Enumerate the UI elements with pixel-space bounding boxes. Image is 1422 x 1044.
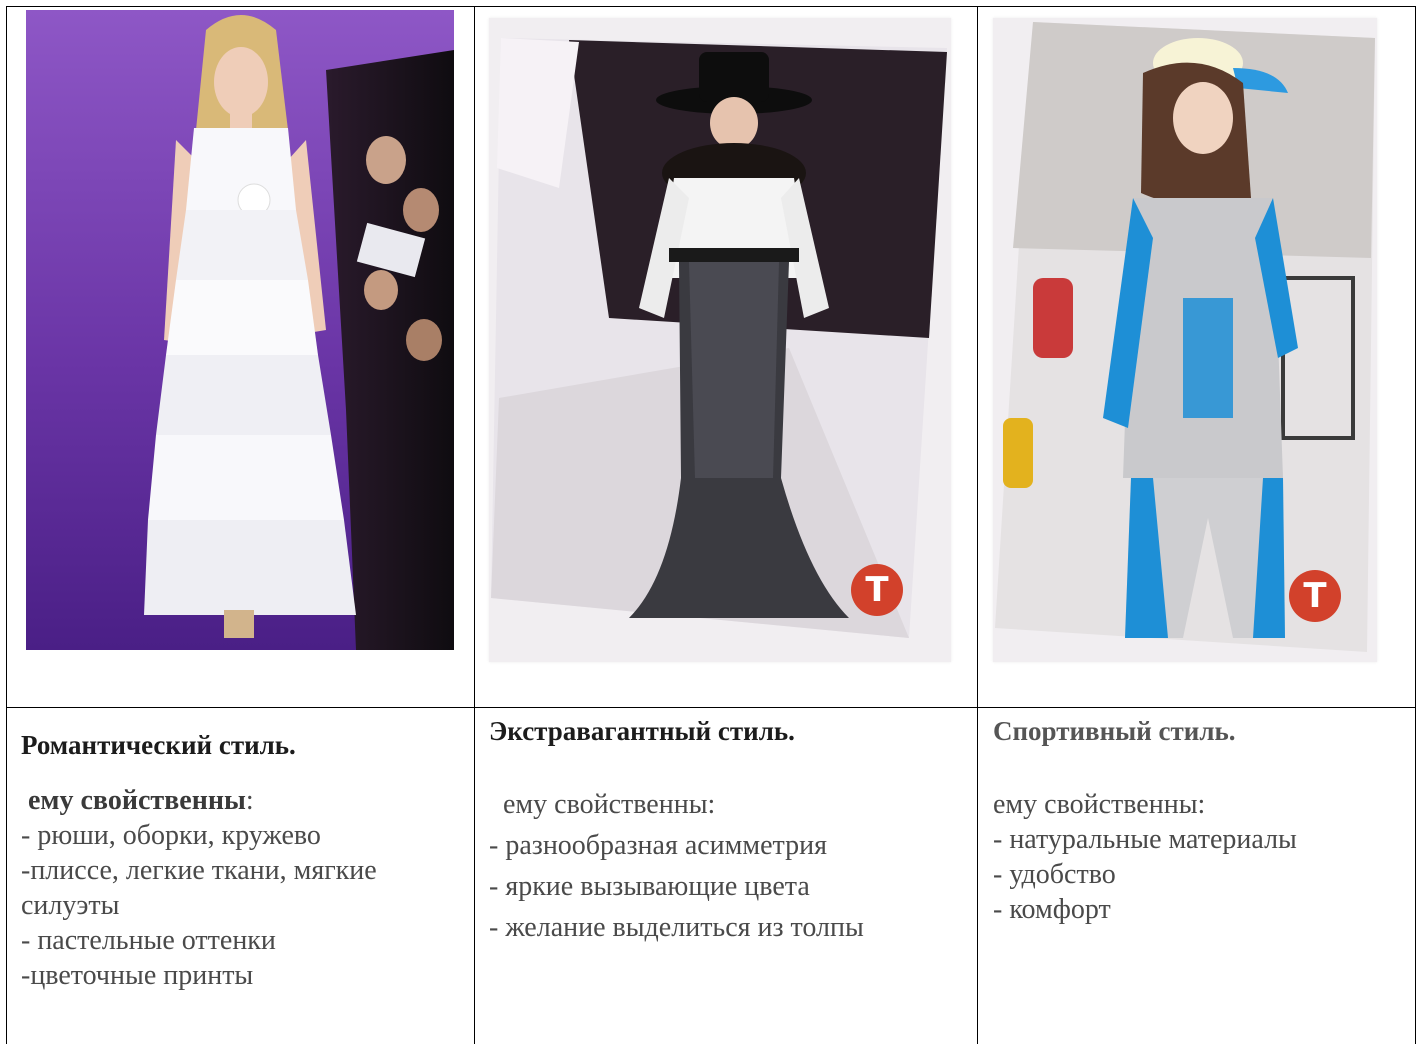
list-item: - яркие вызывающие цвета — [489, 871, 810, 902]
table-row-divider — [6, 707, 1416, 708]
list-item: - желание выделиться из толпы — [489, 912, 864, 943]
romantic-style-photo — [26, 10, 454, 650]
list-item: силуэты — [21, 890, 120, 921]
list-item: - натуральные материалы — [993, 824, 1297, 855]
extravagant-style-title: Экстравагантный стиль. — [489, 716, 795, 746]
list-item: -цветочные принты — [21, 960, 254, 991]
sporty-style-title: Спортивный стиль. — [993, 716, 1236, 746]
list-item: -плиссе, легкие ткани, мягкие — [21, 855, 377, 886]
sporty-style-photo: T — [993, 18, 1377, 662]
romantic-style-description: Романтический стиль. ему свойственны: - … — [21, 728, 466, 993]
extravagant-style-description: Экстравагантный стиль. ему свойственны: … — [489, 714, 969, 945]
table-right-border — [1415, 6, 1416, 1044]
romantic-dress-illustration — [26, 10, 454, 650]
sporty-outfit-illustration — [995, 22, 1375, 652]
list-item: - рюши, оборки, кружево — [21, 820, 321, 851]
list-item: - комфорт — [993, 894, 1111, 925]
brand-logo-icon: T — [851, 564, 903, 616]
sporty-intro: ему свойственны: — [993, 789, 1206, 820]
list-item: - удобство — [993, 859, 1116, 890]
table-top-border — [6, 6, 1416, 7]
sporty-style-description: Спортивный стиль. ему свойственны: - нат… — [993, 714, 1408, 927]
list-item: - пастельные оттенки — [21, 925, 276, 956]
style-comparison-table: T T Романтический стиль. ему свойственны… — [0, 0, 1422, 1044]
brand-logo-icon: T — [1289, 570, 1341, 622]
table-left-border — [6, 6, 7, 1044]
column-divider-2 — [977, 6, 978, 1044]
romantic-style-title: Романтический стиль. — [21, 730, 296, 760]
extravagant-style-photo: T — [489, 18, 951, 662]
romantic-intro: ему свойственны: — [21, 783, 466, 818]
romantic-intro-colon: : — [245, 785, 254, 816]
list-item: - разнообразная асимметрия — [489, 830, 827, 861]
romantic-intro-bold: ему свойственны — [28, 785, 246, 816]
extravagant-intro: ему свойственны: — [503, 789, 716, 820]
column-divider-1 — [474, 6, 475, 1044]
